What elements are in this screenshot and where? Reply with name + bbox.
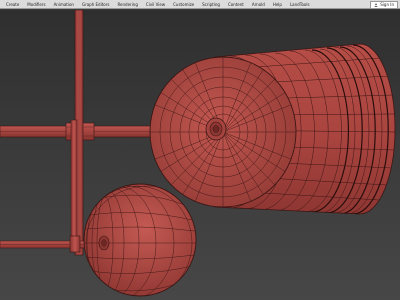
menu-animation[interactable]: Animation: [50, 0, 78, 9]
menu-scripting[interactable]: Scripting: [198, 0, 224, 9]
pipe-joint: [69, 235, 81, 253]
menu-content[interactable]: Content: [224, 0, 248, 9]
menu-graph-editors[interactable]: Graph Editors: [78, 0, 113, 9]
sign-in-button[interactable]: Sign In: [370, 1, 398, 9]
menu-help[interactable]: Help: [269, 0, 286, 9]
menu-modifiers[interactable]: Modifiers: [23, 0, 49, 9]
menu-rendering[interactable]: Rendering: [113, 0, 141, 9]
menu-create[interactable]: Create: [2, 0, 23, 9]
main-menu-bar: Create Modifiers Animation Graph Editors…: [0, 0, 400, 9]
menu-landtools[interactable]: LandTools: [286, 0, 314, 9]
menu-civil-view[interactable]: Civil View: [142, 0, 169, 9]
menu-customize[interactable]: Customize: [169, 0, 198, 9]
3d-application-window: Create Modifiers Animation Graph Editors…: [0, 0, 400, 300]
user-icon: [374, 3, 378, 7]
cylinder-end-cap: [149, 56, 297, 208]
menu-arnold[interactable]: Arnold: [248, 0, 269, 9]
perspective-viewport[interactable]: [0, 10, 400, 300]
sign-in-label: Sign In: [380, 2, 394, 7]
